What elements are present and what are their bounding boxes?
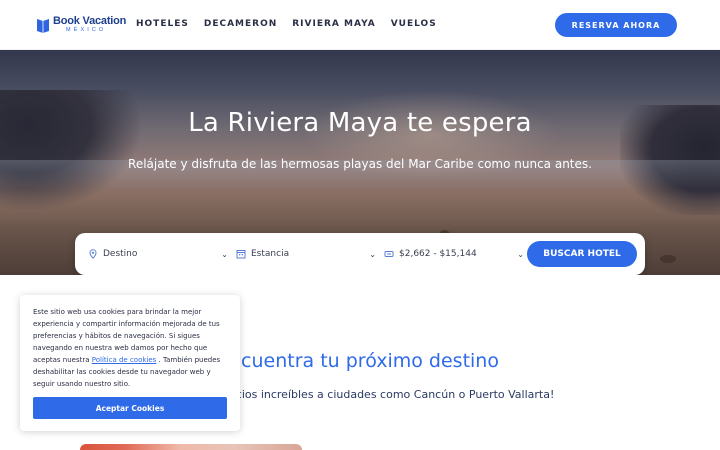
reserve-now-button[interactable]: RESERVA AHORA: [555, 13, 677, 37]
hero-subtitle: Relájate y disfruta de las hermosas play…: [128, 157, 592, 171]
nav-item-riviera-maya[interactable]: RIVIERA MAYA: [292, 19, 375, 29]
location-pin-icon: [89, 249, 97, 259]
chevron-down-icon: ⌄: [517, 249, 524, 259]
nav-item-hoteles[interactable]: HOTELES: [136, 19, 189, 29]
stay-label: Estancia: [251, 249, 290, 259]
site-header: Book Vacation MÉXICO HOTELES DECAMERON R…: [0, 0, 720, 50]
calendar-icon: [236, 250, 246, 259]
hotel-search-bar: Destino ⌄ Estancia ⌄ $2,662 - $15,144 ⌄ …: [75, 233, 645, 275]
cookie-banner: Este sitio web usa cookies para brindar …: [20, 295, 240, 431]
book-logo-icon: [37, 18, 49, 33]
stay-select[interactable]: Estancia ⌄: [236, 241, 376, 267]
search-hotel-button[interactable]: BUSCAR HOTEL: [527, 241, 637, 267]
destination-label: Destino: [103, 249, 138, 259]
chevron-down-icon: ⌄: [221, 249, 228, 259]
accept-cookies-button[interactable]: Aceptar Cookies: [33, 397, 227, 419]
destination-card-image[interactable]: [80, 444, 302, 450]
brand-logo[interactable]: Book Vacation MÉXICO: [36, 16, 126, 34]
nav-item-vuelos[interactable]: VUELOS: [391, 19, 437, 29]
brand-sub: MÉXICO: [66, 27, 107, 33]
page: Book Vacation MÉXICO HOTELES DECAMERON R…: [0, 0, 720, 450]
hero-banner: La Riviera Maya te espera Relájate y dis…: [0, 50, 720, 275]
section-subtitle: ecios increíbles a ciudades como Cancún …: [229, 388, 555, 401]
cookie-policy-link[interactable]: Política de cookies: [92, 356, 157, 364]
section-title: ncuentra tu próximo destino: [229, 350, 499, 372]
brand-name: Book Vacation: [53, 15, 127, 27]
hero-title: La Riviera Maya te espera: [188, 108, 532, 138]
cookie-message: Este sitio web usa cookies para brindar …: [33, 306, 231, 390]
nav-item-decameron[interactable]: DECAMERON: [204, 19, 277, 29]
price-tag-icon: [384, 251, 394, 257]
chevron-down-icon: ⌄: [369, 249, 376, 259]
destination-select[interactable]: Destino ⌄: [88, 241, 228, 267]
price-range-select[interactable]: $2,662 - $15,144 ⌄: [384, 241, 524, 267]
price-range-label: $2,662 - $15,144: [399, 249, 477, 259]
main-nav: HOTELES DECAMERON RIVIERA MAYA VUELOS: [136, 19, 452, 29]
